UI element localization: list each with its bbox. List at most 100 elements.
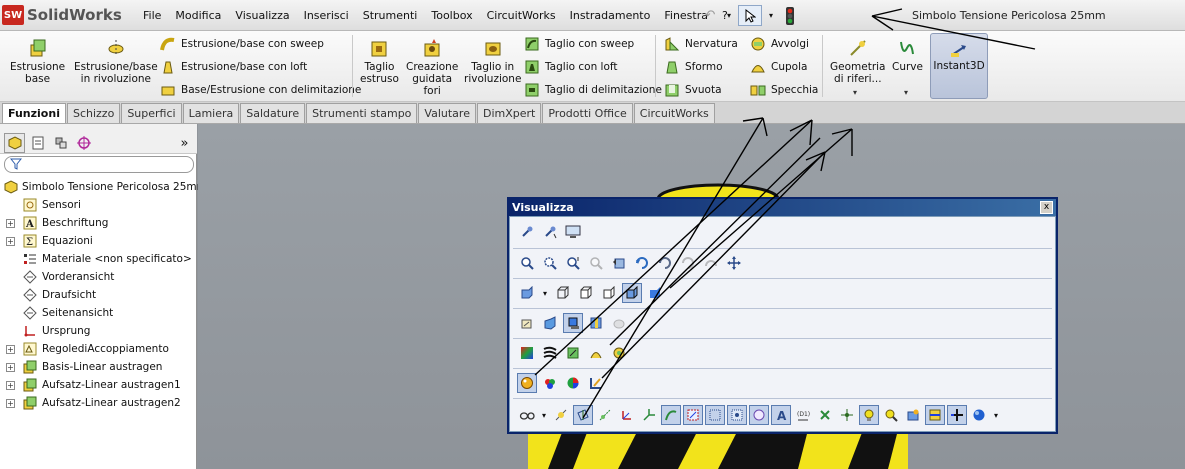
view-annotations-icon[interactable]: A bbox=[771, 405, 791, 425]
section-view-icon[interactable] bbox=[586, 313, 606, 333]
curves-dropdown-icon[interactable]: ▾ bbox=[904, 88, 908, 97]
tab-schizzo[interactable]: Schizzo bbox=[66, 103, 121, 123]
tree-item[interactable]: Sensori bbox=[0, 196, 197, 214]
realview-graphics-icon[interactable] bbox=[517, 373, 537, 393]
roll-view-icon[interactable] bbox=[701, 253, 721, 273]
tab-superfici[interactable]: Superfici bbox=[121, 103, 182, 123]
tab-prodotti-office[interactable]: Prodotti Office bbox=[542, 103, 633, 123]
tree-item[interactable]: + Aufsatz-Linear austragen2 bbox=[0, 394, 197, 412]
zoom-to-selection-icon[interactable] bbox=[586, 253, 606, 273]
view-curves-icon[interactable] bbox=[661, 405, 681, 425]
close-icon[interactable]: x bbox=[1040, 201, 1053, 214]
menu-toolbox[interactable]: Toolbox bbox=[424, 8, 479, 24]
view-lights-icon[interactable] bbox=[859, 405, 879, 425]
zoom-to-area-icon[interactable] bbox=[540, 253, 560, 273]
view-grid-icon[interactable] bbox=[947, 405, 967, 425]
configuration-manager-tab-icon[interactable] bbox=[50, 133, 71, 153]
undo-dropdown-icon[interactable]: ▾ bbox=[724, 6, 734, 26]
boundary-boss-button[interactable]: Base/Estrusione con delimitazione bbox=[160, 81, 361, 99]
tree-item[interactable]: + RegolediAccoppiamento bbox=[0, 340, 197, 358]
menu-instradamento[interactable]: Instradamento bbox=[563, 8, 658, 24]
extruded-cut-button[interactable]: Taglio estruso bbox=[360, 37, 399, 85]
expand-icon[interactable]: + bbox=[6, 218, 15, 228]
hide-show-items-icon[interactable] bbox=[517, 405, 537, 425]
menu-visualizza[interactable]: Visualizza bbox=[228, 8, 296, 24]
undo-icon[interactable]: ↶ bbox=[700, 6, 720, 26]
tree-item[interactable]: Draufsicht bbox=[0, 286, 197, 304]
hole-wizard-button[interactable]: Creazione guidata fori bbox=[406, 37, 458, 97]
tree-item[interactable]: + Basis-Linear austragen bbox=[0, 358, 197, 376]
tab-funzioni[interactable]: Funzioni bbox=[2, 103, 66, 123]
view-axes-icon[interactable] bbox=[551, 405, 571, 425]
extruded-boss-button[interactable]: Estrusione base bbox=[10, 37, 65, 85]
view-3d-sketch-planes-icon[interactable] bbox=[705, 405, 725, 425]
revolved-cut-button[interactable]: Taglio in rivoluzione bbox=[464, 37, 521, 85]
view-toolbar-title[interactable]: Visualizza bbox=[509, 199, 1056, 216]
apply-scene-sphere-icon[interactable] bbox=[969, 405, 989, 425]
menu-circuitworks[interactable]: CircuitWorks bbox=[480, 8, 563, 24]
menu-strumenti[interactable]: Strumenti bbox=[356, 8, 425, 24]
hidden-lines-removed-icon[interactable] bbox=[599, 283, 619, 303]
redraw-icon[interactable] bbox=[632, 253, 652, 273]
rotate-about-scene-icon[interactable] bbox=[678, 253, 698, 273]
previous-view-icon[interactable] bbox=[609, 253, 629, 273]
expand-icon[interactable]: + bbox=[6, 362, 15, 372]
rotate-view-icon[interactable] bbox=[655, 253, 675, 273]
view-toolbar-window[interactable]: Visualizza x ▾ ▾ A (D1) ▾ bbox=[507, 197, 1058, 434]
tab-lamiera[interactable]: Lamiera bbox=[182, 103, 240, 123]
expand-icon[interactable]: + bbox=[6, 380, 15, 390]
shadows-in-shaded-mode-icon[interactable] bbox=[563, 313, 583, 333]
perspective-icon[interactable] bbox=[540, 313, 560, 333]
draft-button[interactable]: Sformo bbox=[664, 58, 723, 76]
tree-filter-input[interactable] bbox=[4, 156, 194, 173]
view-orientation-icon[interactable] bbox=[517, 283, 537, 303]
tab-dimxpert[interactable]: DimXpert bbox=[476, 103, 542, 123]
deviation-analysis-icon[interactable] bbox=[563, 343, 583, 363]
wrap-button[interactable]: Avvolgi bbox=[750, 35, 809, 53]
zoom-in-out-icon[interactable] bbox=[563, 253, 583, 273]
pan-icon[interactable] bbox=[724, 253, 744, 273]
boundary-cut-button[interactable]: Taglio di delimitazione bbox=[524, 81, 662, 99]
swept-boss-button[interactable]: Estrusione/base con sweep bbox=[160, 35, 324, 53]
tree-item[interactable]: + A Beschriftung bbox=[0, 214, 197, 232]
tree-item[interactable]: Simbolo Tensione Pericolosa 25mm bbox=[0, 178, 207, 196]
rebuild-traffic-light-icon[interactable] bbox=[780, 6, 800, 26]
solidworks-logo[interactable]: SW SolidWorks bbox=[2, 4, 130, 26]
zebra-lines-icon[interactable] bbox=[540, 343, 560, 363]
view-all-annotations-icon[interactable] bbox=[749, 405, 769, 425]
hide-show-dropdown-icon[interactable]: ▾ bbox=[539, 405, 549, 425]
apply-scene-dropdown-icon[interactable]: ▾ bbox=[991, 405, 1001, 425]
shaded-icon[interactable] bbox=[645, 283, 665, 303]
curves-button[interactable]: Curve bbox=[892, 37, 923, 73]
edit-appearance-icon[interactable] bbox=[540, 373, 560, 393]
menu-inserisci[interactable]: Inserisci bbox=[297, 8, 356, 24]
zebra-stripes-icon[interactable] bbox=[517, 343, 537, 363]
tree-item[interactable]: Vorderansicht bbox=[0, 268, 197, 286]
rib-button[interactable]: Nervatura bbox=[664, 35, 738, 53]
select-dropdown-icon[interactable]: ▾ bbox=[766, 6, 776, 26]
screen-capture-icon[interactable] bbox=[563, 222, 583, 242]
view-temporary-axes-icon[interactable] bbox=[595, 405, 615, 425]
view-origins-icon[interactable] bbox=[617, 405, 637, 425]
tab-circuitworks[interactable]: CircuitWorks bbox=[633, 103, 715, 123]
expand-icon[interactable]: + bbox=[6, 398, 15, 408]
view-cameras-icon[interactable] bbox=[881, 405, 901, 425]
tab-strumenti-stampo[interactable]: Strumenti stampo bbox=[306, 103, 418, 123]
zoom-to-fit-icon[interactable] bbox=[517, 253, 537, 273]
view-sketch-points-icon[interactable] bbox=[837, 405, 857, 425]
reference-geometry-button[interactable]: Geometria di riferi... bbox=[830, 37, 886, 85]
reference-geometry-dropdown-icon[interactable]: ▾ bbox=[853, 88, 857, 97]
tree-item[interactable]: Ursprung bbox=[0, 322, 197, 340]
hidden-lines-visible-icon[interactable] bbox=[576, 283, 596, 303]
undercut-detection-icon[interactable] bbox=[609, 343, 629, 363]
pin-view-2-icon[interactable] bbox=[540, 222, 560, 242]
apply-scene-icon[interactable] bbox=[563, 373, 583, 393]
view-orientation-dropdown-icon[interactable]: ▾ bbox=[540, 283, 550, 303]
tree-item[interactable]: Materiale <non specificato> bbox=[0, 250, 197, 268]
revolved-boss-button[interactable]: Estrusione/base in rivoluzione bbox=[74, 37, 158, 85]
panel-collapse-icon[interactable]: » bbox=[174, 133, 195, 153]
instant3d-button[interactable]: Instant3D bbox=[930, 33, 988, 99]
tab-valutare[interactable]: Valutare bbox=[418, 103, 476, 123]
tree-item[interactable]: + Σ Equazioni bbox=[0, 232, 197, 250]
shell-button[interactable]: Svuota bbox=[664, 81, 722, 99]
